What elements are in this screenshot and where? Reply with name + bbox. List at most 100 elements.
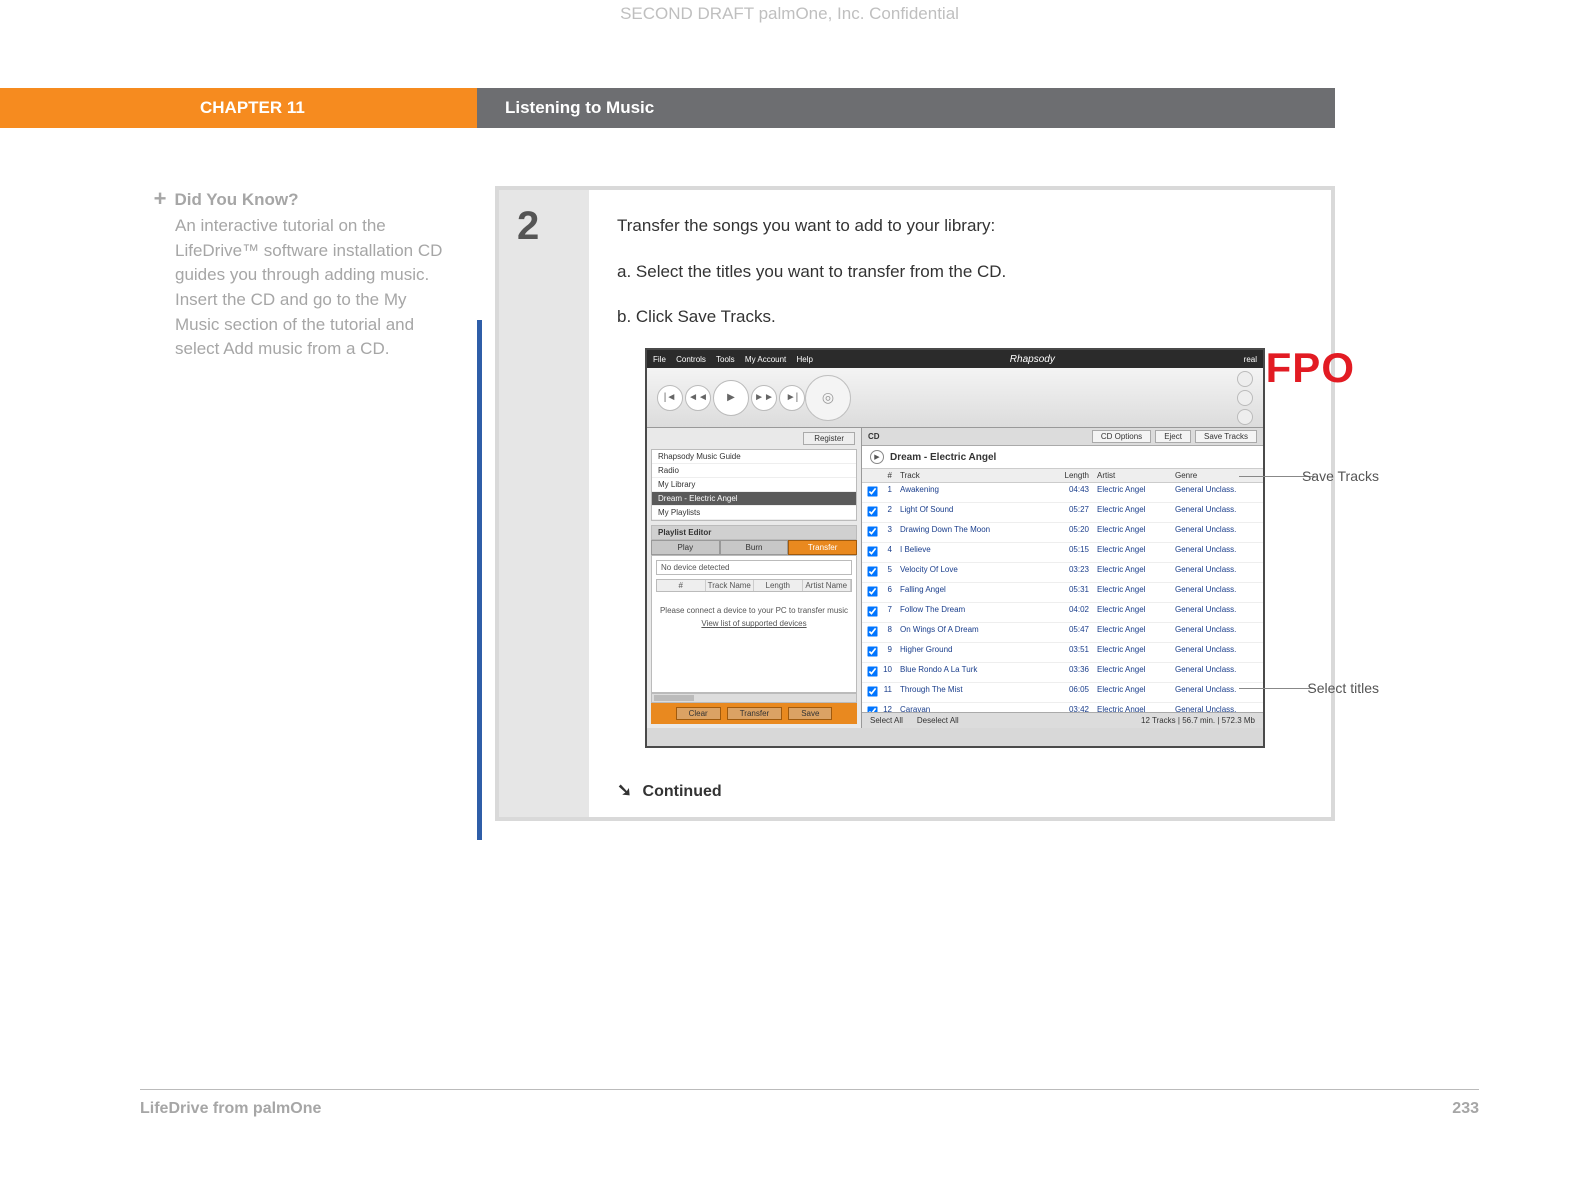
connect-device-msg: Please connect a device to your PC to tr… <box>656 606 852 615</box>
album-name: Dream - Electric Angel <box>890 452 996 463</box>
track-artist: Electric Angel <box>1093 523 1171 542</box>
track-row[interactable]: 9Higher Ground03:51Electric AngelGeneral… <box>862 643 1263 663</box>
track-checkbox[interactable] <box>867 487 877 497</box>
select-all-button[interactable]: Select All <box>870 716 903 725</box>
nav-list: Rhapsody Music Guide Radio My Library Dr… <box>651 449 857 521</box>
track-genre: General Unclass. <box>1171 483 1263 502</box>
track-row[interactable]: 1Awakening04:43Electric AngelGeneral Unc… <box>862 483 1263 503</box>
knob-3[interactable] <box>1237 409 1253 425</box>
rhapsody-logo: Rhapsody <box>1010 354 1055 365</box>
track-checkbox[interactable] <box>867 607 877 617</box>
track-title: Drawing Down The Moon <box>896 523 1053 542</box>
track-title: I Believe <box>896 543 1053 562</box>
track-row[interactable]: 11Through The Mist06:05Electric AngelGen… <box>862 683 1263 703</box>
track-row[interactable]: 8On Wings Of A Dream05:47Electric AngelG… <box>862 623 1263 643</box>
save-tracks-button[interactable]: Save Tracks <box>1195 430 1257 443</box>
footer-page: 233 <box>1452 1100 1479 1118</box>
cd-label: CD <box>868 432 1088 441</box>
track-checkbox[interactable] <box>867 667 877 677</box>
supported-devices-link[interactable]: View list of supported devices <box>656 619 852 628</box>
track-checkbox[interactable] <box>867 707 877 713</box>
nav-cd-selected[interactable]: Dream - Electric Angel <box>652 492 856 506</box>
track-row[interactable]: 4I Believe05:15Electric AngelGeneral Unc… <box>862 543 1263 563</box>
track-artist: Electric Angel <box>1093 623 1171 642</box>
deselect-all-button[interactable]: Deselect All <box>917 716 959 725</box>
track-checkbox[interactable] <box>867 547 877 557</box>
track-checkbox[interactable] <box>867 567 877 577</box>
menu-account[interactable]: My Account <box>745 355 786 364</box>
save-playlist-button[interactable]: Save <box>788 707 832 720</box>
prev-button[interactable]: |◄ <box>657 385 683 411</box>
forward-button[interactable]: ►► <box>751 385 777 411</box>
track-num: 8 <box>878 623 896 642</box>
menu-help[interactable]: Help <box>797 355 813 364</box>
menu-tools[interactable]: Tools <box>716 355 735 364</box>
track-row[interactable]: 10Blue Rondo A La Turk03:36Electric Ange… <box>862 663 1263 683</box>
track-checkbox[interactable] <box>867 627 877 637</box>
step-a: a. Select the titles you want to transfe… <box>617 258 1303 285</box>
clear-button[interactable]: Clear <box>676 707 721 720</box>
track-genre: General Unclass. <box>1171 623 1263 642</box>
track-num: 11 <box>878 683 896 702</box>
rhapsody-screenshot: FPO Save Tracks Select titles File Contr… <box>645 348 1265 748</box>
track-length: 03:51 <box>1053 643 1093 662</box>
col-artist: Artist Name <box>803 580 852 591</box>
track-genre: General Unclass. <box>1171 663 1263 682</box>
track-row[interactable]: 7Follow The Dream04:02Electric AngelGene… <box>862 603 1263 623</box>
did-you-know-sidebar: + Did You Know? An interactive tutorial … <box>150 190 450 362</box>
track-checkbox[interactable] <box>867 507 877 517</box>
playlist-editor-box: No device detected # Track Name Length A… <box>651 555 857 693</box>
track-genre: General Unclass. <box>1171 603 1263 622</box>
track-title: Follow The Dream <box>896 603 1053 622</box>
track-genre: General Unclass. <box>1171 503 1263 522</box>
eject-button[interactable]: Eject <box>1155 430 1191 443</box>
album-play-icon[interactable]: ▶ <box>870 450 884 464</box>
track-row[interactable]: 2Light Of Sound05:27Electric AngelGenera… <box>862 503 1263 523</box>
track-length: 03:23 <box>1053 563 1093 582</box>
track-row[interactable]: 3Drawing Down The Moon05:20Electric Ange… <box>862 523 1263 543</box>
nav-library[interactable]: My Library <box>652 478 856 492</box>
knob-1[interactable] <box>1237 371 1253 387</box>
track-title: Caravan <box>896 703 1053 712</box>
track-row[interactable]: 5Velocity Of Love03:23Electric AngelGene… <box>862 563 1263 583</box>
did-you-know-body: An interactive tutorial on the LifeDrive… <box>175 214 450 362</box>
track-length: 05:27 <box>1053 503 1093 522</box>
track-length: 05:20 <box>1053 523 1093 542</box>
transfer-button[interactable]: Transfer <box>727 707 783 720</box>
fpo-stamp: FPO <box>1266 344 1355 392</box>
knob-2[interactable] <box>1237 390 1253 406</box>
next-button[interactable]: ►| <box>779 385 805 411</box>
track-row[interactable]: 6Falling Angel05:31Electric AngelGeneral… <box>862 583 1263 603</box>
cd-options-button[interactable]: CD Options <box>1092 430 1151 443</box>
menu-file[interactable]: File <box>653 355 666 364</box>
track-genre: General Unclass. <box>1171 543 1263 562</box>
track-title: Through The Mist <box>896 683 1053 702</box>
track-checkbox[interactable] <box>867 647 877 657</box>
track-checkbox[interactable] <box>867 587 877 597</box>
cd-icon: ◎ <box>805 375 851 421</box>
track-length: 03:36 <box>1053 663 1093 682</box>
footer-product: LifeDrive from palmOne <box>140 1100 321 1118</box>
register-button[interactable]: Register <box>803 432 855 445</box>
track-length: 06:05 <box>1053 683 1093 702</box>
track-length: 03:42 <box>1053 703 1093 712</box>
nav-playlists[interactable]: My Playlists <box>652 506 856 520</box>
rewind-button[interactable]: ◄◄ <box>685 385 711 411</box>
track-checkbox[interactable] <box>867 527 877 537</box>
track-checkbox[interactable] <box>867 687 877 697</box>
play-button[interactable]: ▶ <box>713 380 749 416</box>
track-row[interactable]: 12Caravan03:42Electric AngelGeneral Uncl… <box>862 703 1263 712</box>
track-num: 4 <box>878 543 896 562</box>
callout-save-tracks: Save Tracks <box>1302 468 1379 484</box>
tab-burn[interactable]: Burn <box>720 540 789 555</box>
track-artist: Electric Angel <box>1093 583 1171 602</box>
tab-play[interactable]: Play <box>651 540 720 555</box>
nav-radio[interactable]: Radio <box>652 464 856 478</box>
track-genre: General Unclass. <box>1171 683 1263 702</box>
playlist-scrollbar[interactable] <box>651 693 857 703</box>
chapter-title: Listening to Music <box>477 88 1335 128</box>
track-genre: General Unclass. <box>1171 643 1263 662</box>
tab-transfer[interactable]: Transfer <box>788 540 857 555</box>
menu-controls[interactable]: Controls <box>676 355 706 364</box>
nav-guide[interactable]: Rhapsody Music Guide <box>652 450 856 464</box>
